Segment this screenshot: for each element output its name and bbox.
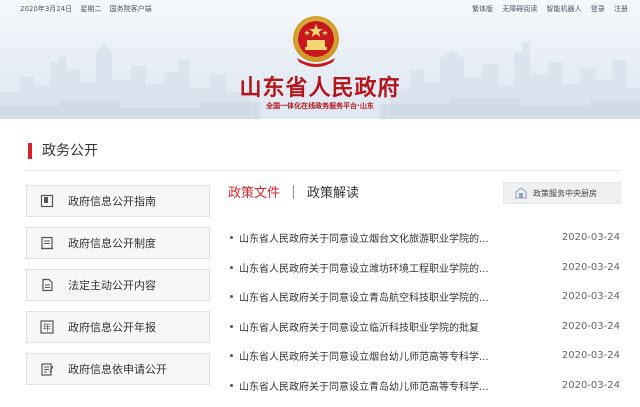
policy-tabs: 政策文件 政策解读 — [228, 184, 359, 204]
sidebar-item-statutory-content[interactable]: 法定主动公开内容 — [26, 269, 210, 301]
list-item[interactable]: 山东省人民政府关于同意设立潍坊环境工程职业学院的... 2020-03-24 — [228, 253, 620, 283]
news-date: 2020-03-24 — [561, 232, 620, 244]
bullet-icon — [230, 265, 233, 269]
login-link[interactable]: 登录 — [591, 5, 605, 13]
news-date: 2020-03-24 — [561, 320, 620, 332]
news-title: 山东省人民政府关于同意设立烟台文化旅游职业学院的... — [239, 234, 489, 246]
sidebar-item-label: 政府信息公开指南 — [68, 195, 156, 208]
sidebar-menu: 政府信息公开指南 政府信息公开制度 法定主动公开内容 年 政府信息公开年报 政府… — [26, 185, 210, 395]
tab-separator — [293, 185, 295, 199]
sidebar-item-label: 政府信息公开制度 — [68, 237, 156, 250]
list-item[interactable]: 山东省人民政府关于同意设立烟台幼儿师范高等专科学... 2020-03-24 — [228, 341, 620, 371]
sidebar-item-label: 政府信息依申请公开 — [68, 363, 167, 376]
list-item[interactable]: 山东省人民政府关于同意设立青岛航空科技职业学院的... 2020-03-24 — [228, 282, 620, 312]
current-date: 2020年3月24日 — [20, 5, 73, 13]
list-item[interactable]: 山东省人民政府关于同意设立烟台文化旅游职业学院的... 2020-03-24 — [228, 223, 620, 253]
list-item[interactable]: 山东省人民政府关于同意设立临沂科技职业学院的批复 2020-03-24 — [228, 312, 620, 342]
section-title: 政务公开 — [28, 141, 98, 161]
book-icon — [39, 193, 55, 209]
news-date: 2020-03-24 — [561, 350, 620, 362]
list-item[interactable]: 山东省人民政府关于同意设立青岛幼儿师范高等专科学... 2020-03-24 — [228, 371, 620, 401]
news-title: 山东省人民政府关于同意设立青岛航空科技职业学院的... — [239, 293, 489, 305]
news-title: 山东省人民政府关于同意设立青岛幼儿师范高等专科学... — [239, 381, 489, 393]
sidebar-item-request-disclosure[interactable]: 政府信息依申请公开 — [26, 353, 210, 385]
section-divider — [24, 170, 620, 171]
year-icon: 年 — [39, 319, 55, 335]
current-weekday: 星期二 — [80, 5, 102, 13]
edit-document-icon — [39, 361, 55, 377]
policy-service-label: 政策服务中央厨房 — [533, 188, 597, 198]
bullet-icon — [230, 236, 233, 240]
state-council-client-link[interactable]: 国务院客户端 — [110, 5, 152, 13]
news-title: 山东省人民政府关于同意设立烟台幼儿师范高等专科学... — [239, 352, 489, 364]
news-list: 山东省人民政府关于同意设立烟台文化旅游职业学院的... 2020-03-24 山… — [228, 223, 620, 400]
sidebar-item-label: 法定主动公开内容 — [68, 279, 156, 292]
news-date: 2020-03-24 — [561, 261, 620, 273]
tab-policy-interpretation[interactable]: 政策解读 — [307, 184, 359, 204]
policy-service-button[interactable]: 政策服务中央厨房 — [503, 182, 621, 204]
site-header: 2020年3月24日 星期二 国务院客户端 繁体版 无障碍阅读 智能机器人 登录… — [0, 0, 640, 119]
news-title: 山东省人民政府关于同意设立临沂科技职业学院的批复 — [239, 322, 479, 334]
sidebar-item-label: 政府信息公开年报 — [68, 321, 156, 334]
site-title: 山东省人民政府 — [239, 76, 401, 101]
sidebar-item-disclosure-guide[interactable]: 政府信息公开指南 — [26, 185, 210, 217]
document-list-icon — [39, 235, 55, 251]
bullet-icon — [230, 354, 233, 358]
building-icon — [514, 187, 528, 199]
file-icon — [39, 277, 55, 293]
traditional-chinese-link[interactable]: 繁体版 — [472, 5, 493, 13]
news-date: 2020-03-24 — [561, 379, 620, 391]
sidebar-item-disclosure-system[interactable]: 政府信息公开制度 — [26, 227, 210, 259]
site-subtitle: 全国一体化在线政务服务平台·山东 — [266, 102, 374, 110]
smart-robot-link[interactable]: 智能机器人 — [547, 5, 582, 13]
tab-policy-documents[interactable]: 政策文件 — [228, 184, 280, 204]
section-title-accent-bar — [28, 143, 32, 159]
bullet-icon — [230, 295, 233, 299]
svg-text:年: 年 — [42, 322, 51, 334]
national-emblem-icon — [293, 16, 339, 67]
section-title-text: 政务公开 — [42, 143, 98, 159]
accessibility-link[interactable]: 无障碍阅读 — [502, 5, 537, 13]
register-link[interactable]: 注册 — [614, 5, 628, 13]
sidebar-item-annual-report[interactable]: 年 政府信息公开年报 — [26, 311, 210, 343]
bullet-icon — [230, 383, 233, 387]
news-title: 山东省人民政府关于同意设立潍坊环境工程职业学院的... — [239, 263, 489, 275]
news-date: 2020-03-24 — [561, 291, 620, 303]
bullet-icon — [230, 324, 233, 328]
